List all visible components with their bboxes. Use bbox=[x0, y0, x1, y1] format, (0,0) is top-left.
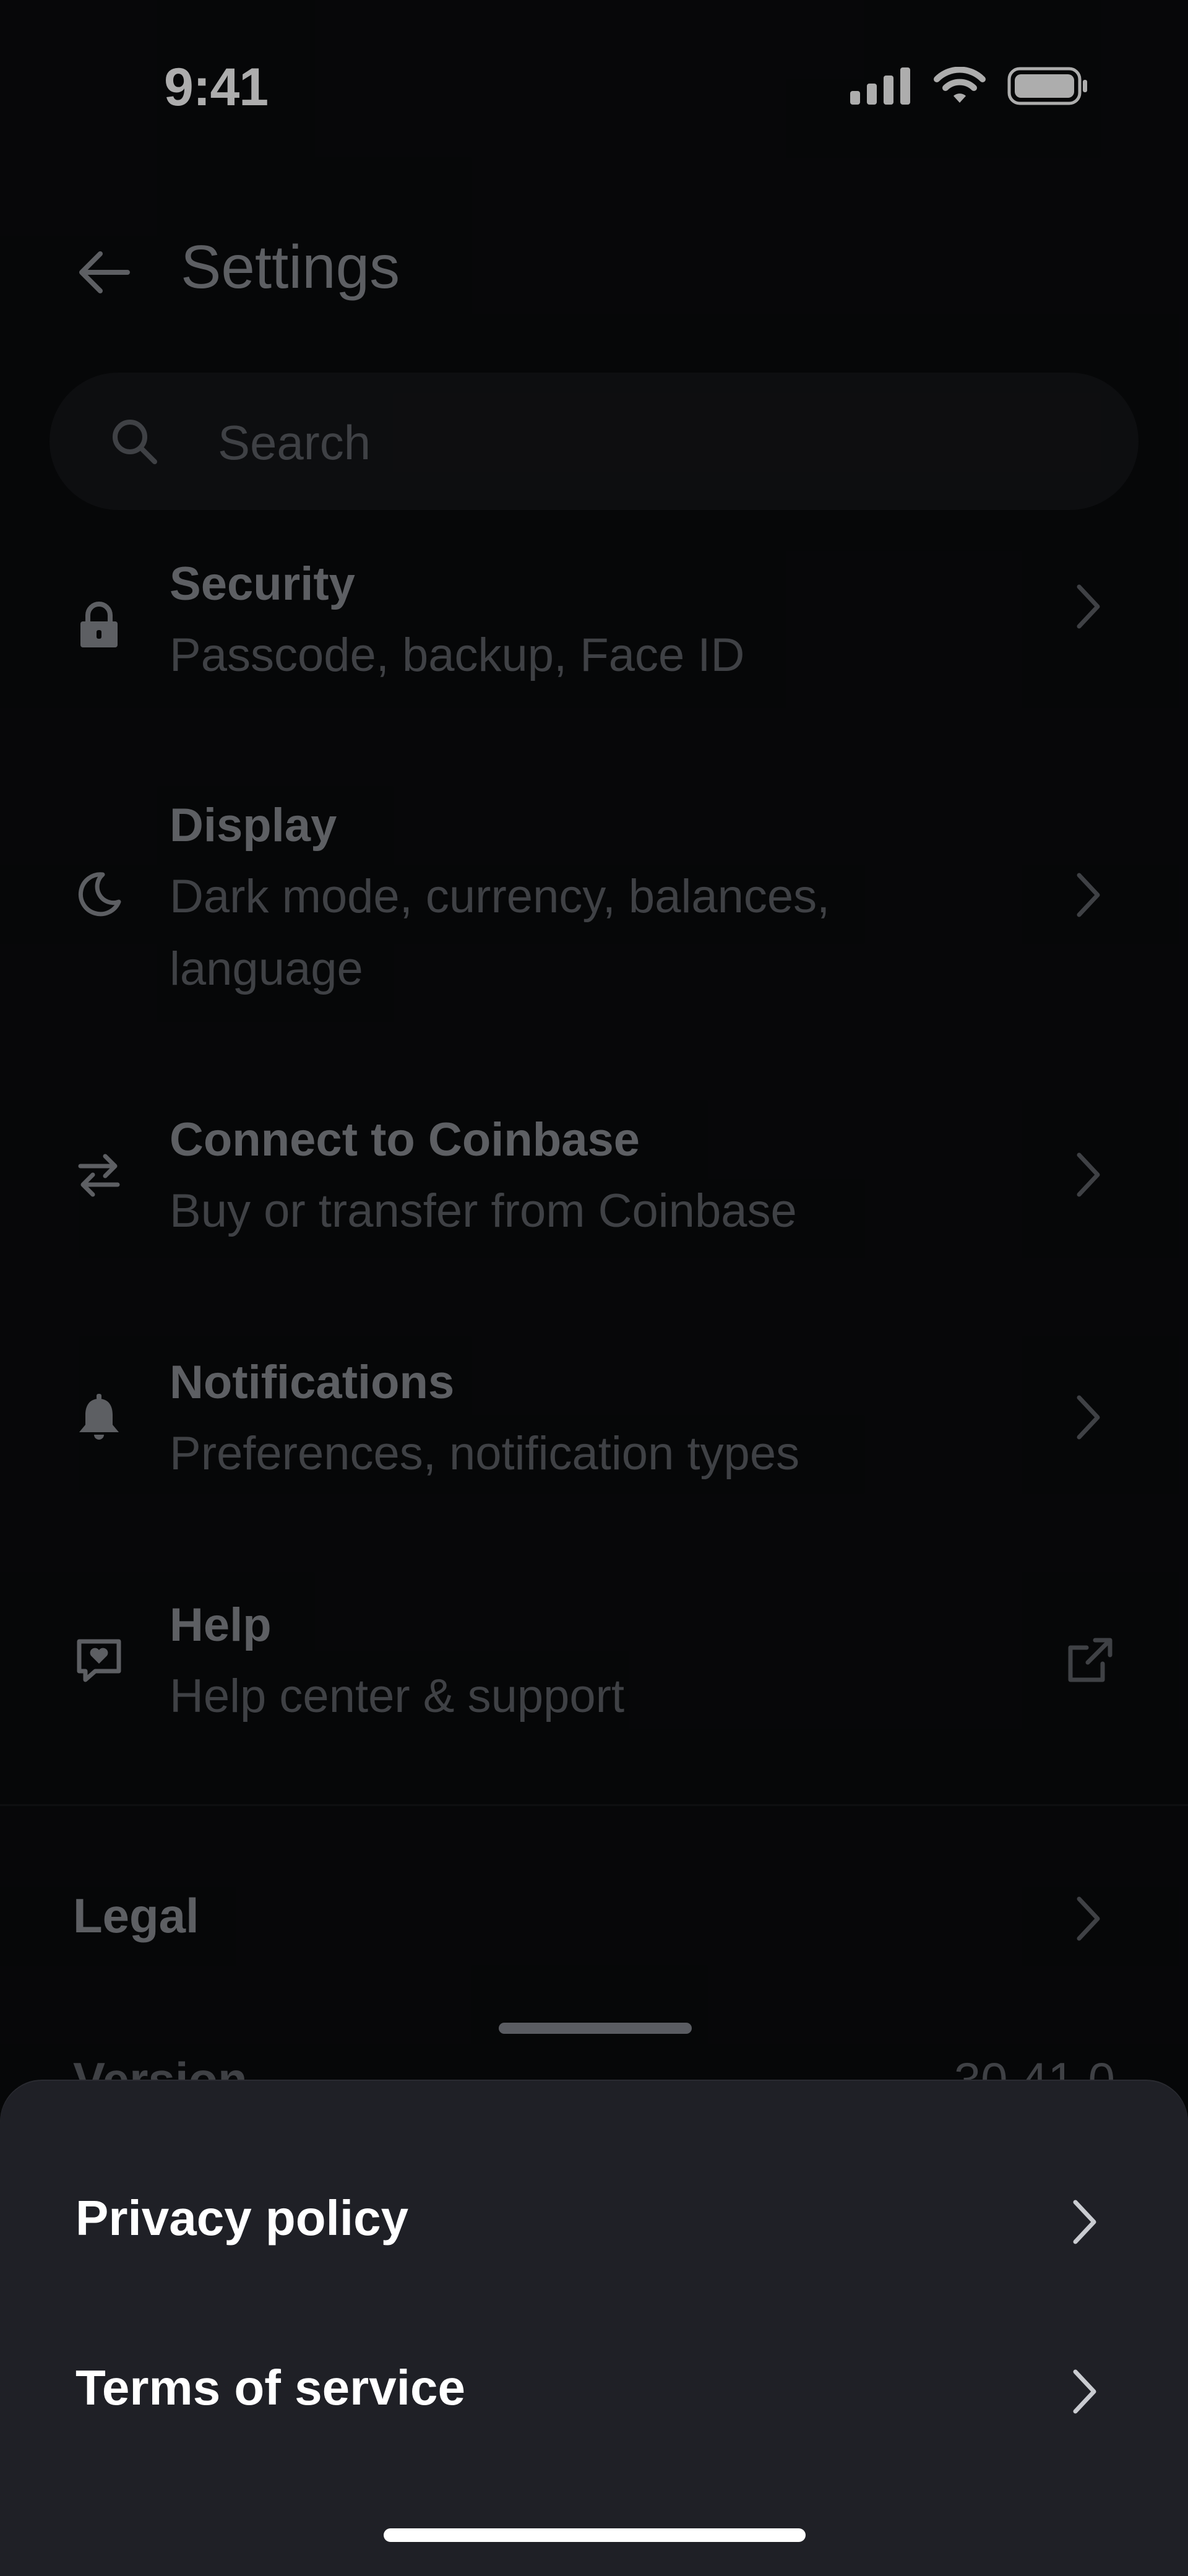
settings-item-title: Display bbox=[170, 799, 337, 852]
sheet-item-label: Terms of service bbox=[75, 2360, 465, 2415]
search-input[interactable] bbox=[217, 405, 1085, 480]
settings-item-subtitle: Passcode, backup, Face ID bbox=[170, 629, 745, 681]
chevron-right-icon[interactable] bbox=[1069, 1888, 1106, 1950]
sheet-item-terms-of-service[interactable]: Terms of service bbox=[0, 2330, 1188, 2453]
arrow-left-icon bbox=[79, 251, 130, 293]
bottom-sheet: Privacy policy Terms of service bbox=[0, 2081, 1188, 2576]
status-icons bbox=[850, 67, 1089, 105]
settings-item-title: Connect to Coinbase bbox=[170, 1113, 640, 1166]
chevron-right-icon bbox=[1077, 1395, 1100, 1440]
chevron-right-icon bbox=[1077, 584, 1100, 629]
sheet-drag-handle[interactable] bbox=[499, 2023, 692, 2034]
external-link-icon bbox=[1068, 1638, 1113, 1682]
sheet-item-privacy-policy[interactable]: Privacy policy bbox=[0, 2160, 1188, 2284]
settings-item-subtitle: Help center & support bbox=[170, 1670, 625, 1722]
settings-item-title: Security bbox=[170, 558, 355, 610]
settings-item-title: Help bbox=[170, 1599, 272, 1651]
bell-icon bbox=[68, 1386, 130, 1448]
status-time: 9:41 bbox=[164, 58, 269, 117]
search-icon bbox=[113, 420, 157, 464]
home-indicator bbox=[384, 2528, 806, 2542]
settings-item-subtitle: Buy or transfer from Coinbase bbox=[170, 1185, 797, 1237]
chevron-right-icon bbox=[1077, 873, 1100, 917]
settings-item-subtitle: Preferences, notification types bbox=[170, 1427, 800, 1480]
chevron-right-icon bbox=[1073, 2369, 1096, 2414]
settings-item-security[interactable]: Security Passcode, backup, Face ID bbox=[0, 545, 1188, 730]
sheet-item-label: Privacy policy bbox=[75, 2190, 409, 2245]
settings-item-help[interactable]: Help Help center & support bbox=[0, 1586, 1188, 1771]
transfer-arrows-icon bbox=[68, 1144, 130, 1206]
settings-item-notifications[interactable]: Notifications Preferences, notification … bbox=[0, 1343, 1188, 1529]
legal-label[interactable]: Legal bbox=[73, 1888, 199, 1944]
status-bar: 9:41 bbox=[0, 0, 1188, 173]
settings-item-subtitle: Dark mode, currency, balances, language bbox=[170, 870, 830, 995]
chevron-right-icon bbox=[1073, 2200, 1096, 2244]
battery-icon bbox=[1007, 67, 1087, 105]
chevron-right-icon bbox=[1077, 1152, 1100, 1197]
cellular-signal-icon bbox=[850, 67, 910, 105]
moon-icon bbox=[68, 863, 130, 925]
settings-item-title: Notifications bbox=[170, 1356, 455, 1409]
help-chat-heart-icon bbox=[68, 1629, 130, 1691]
divider bbox=[0, 1804, 1188, 1806]
settings-item-display[interactable]: Display Dark mode, currency, balances, l… bbox=[0, 786, 1188, 1021]
header: Settings bbox=[0, 210, 1188, 322]
lock-icon bbox=[68, 594, 130, 656]
wifi-icon bbox=[934, 67, 986, 103]
page-title: Settings bbox=[181, 233, 400, 301]
settings-item-connect-to-coinbase[interactable]: Connect to Coinbase Buy or transfer from… bbox=[0, 1100, 1188, 1286]
search-bar[interactable] bbox=[50, 373, 1138, 510]
back-button[interactable] bbox=[73, 241, 135, 303]
